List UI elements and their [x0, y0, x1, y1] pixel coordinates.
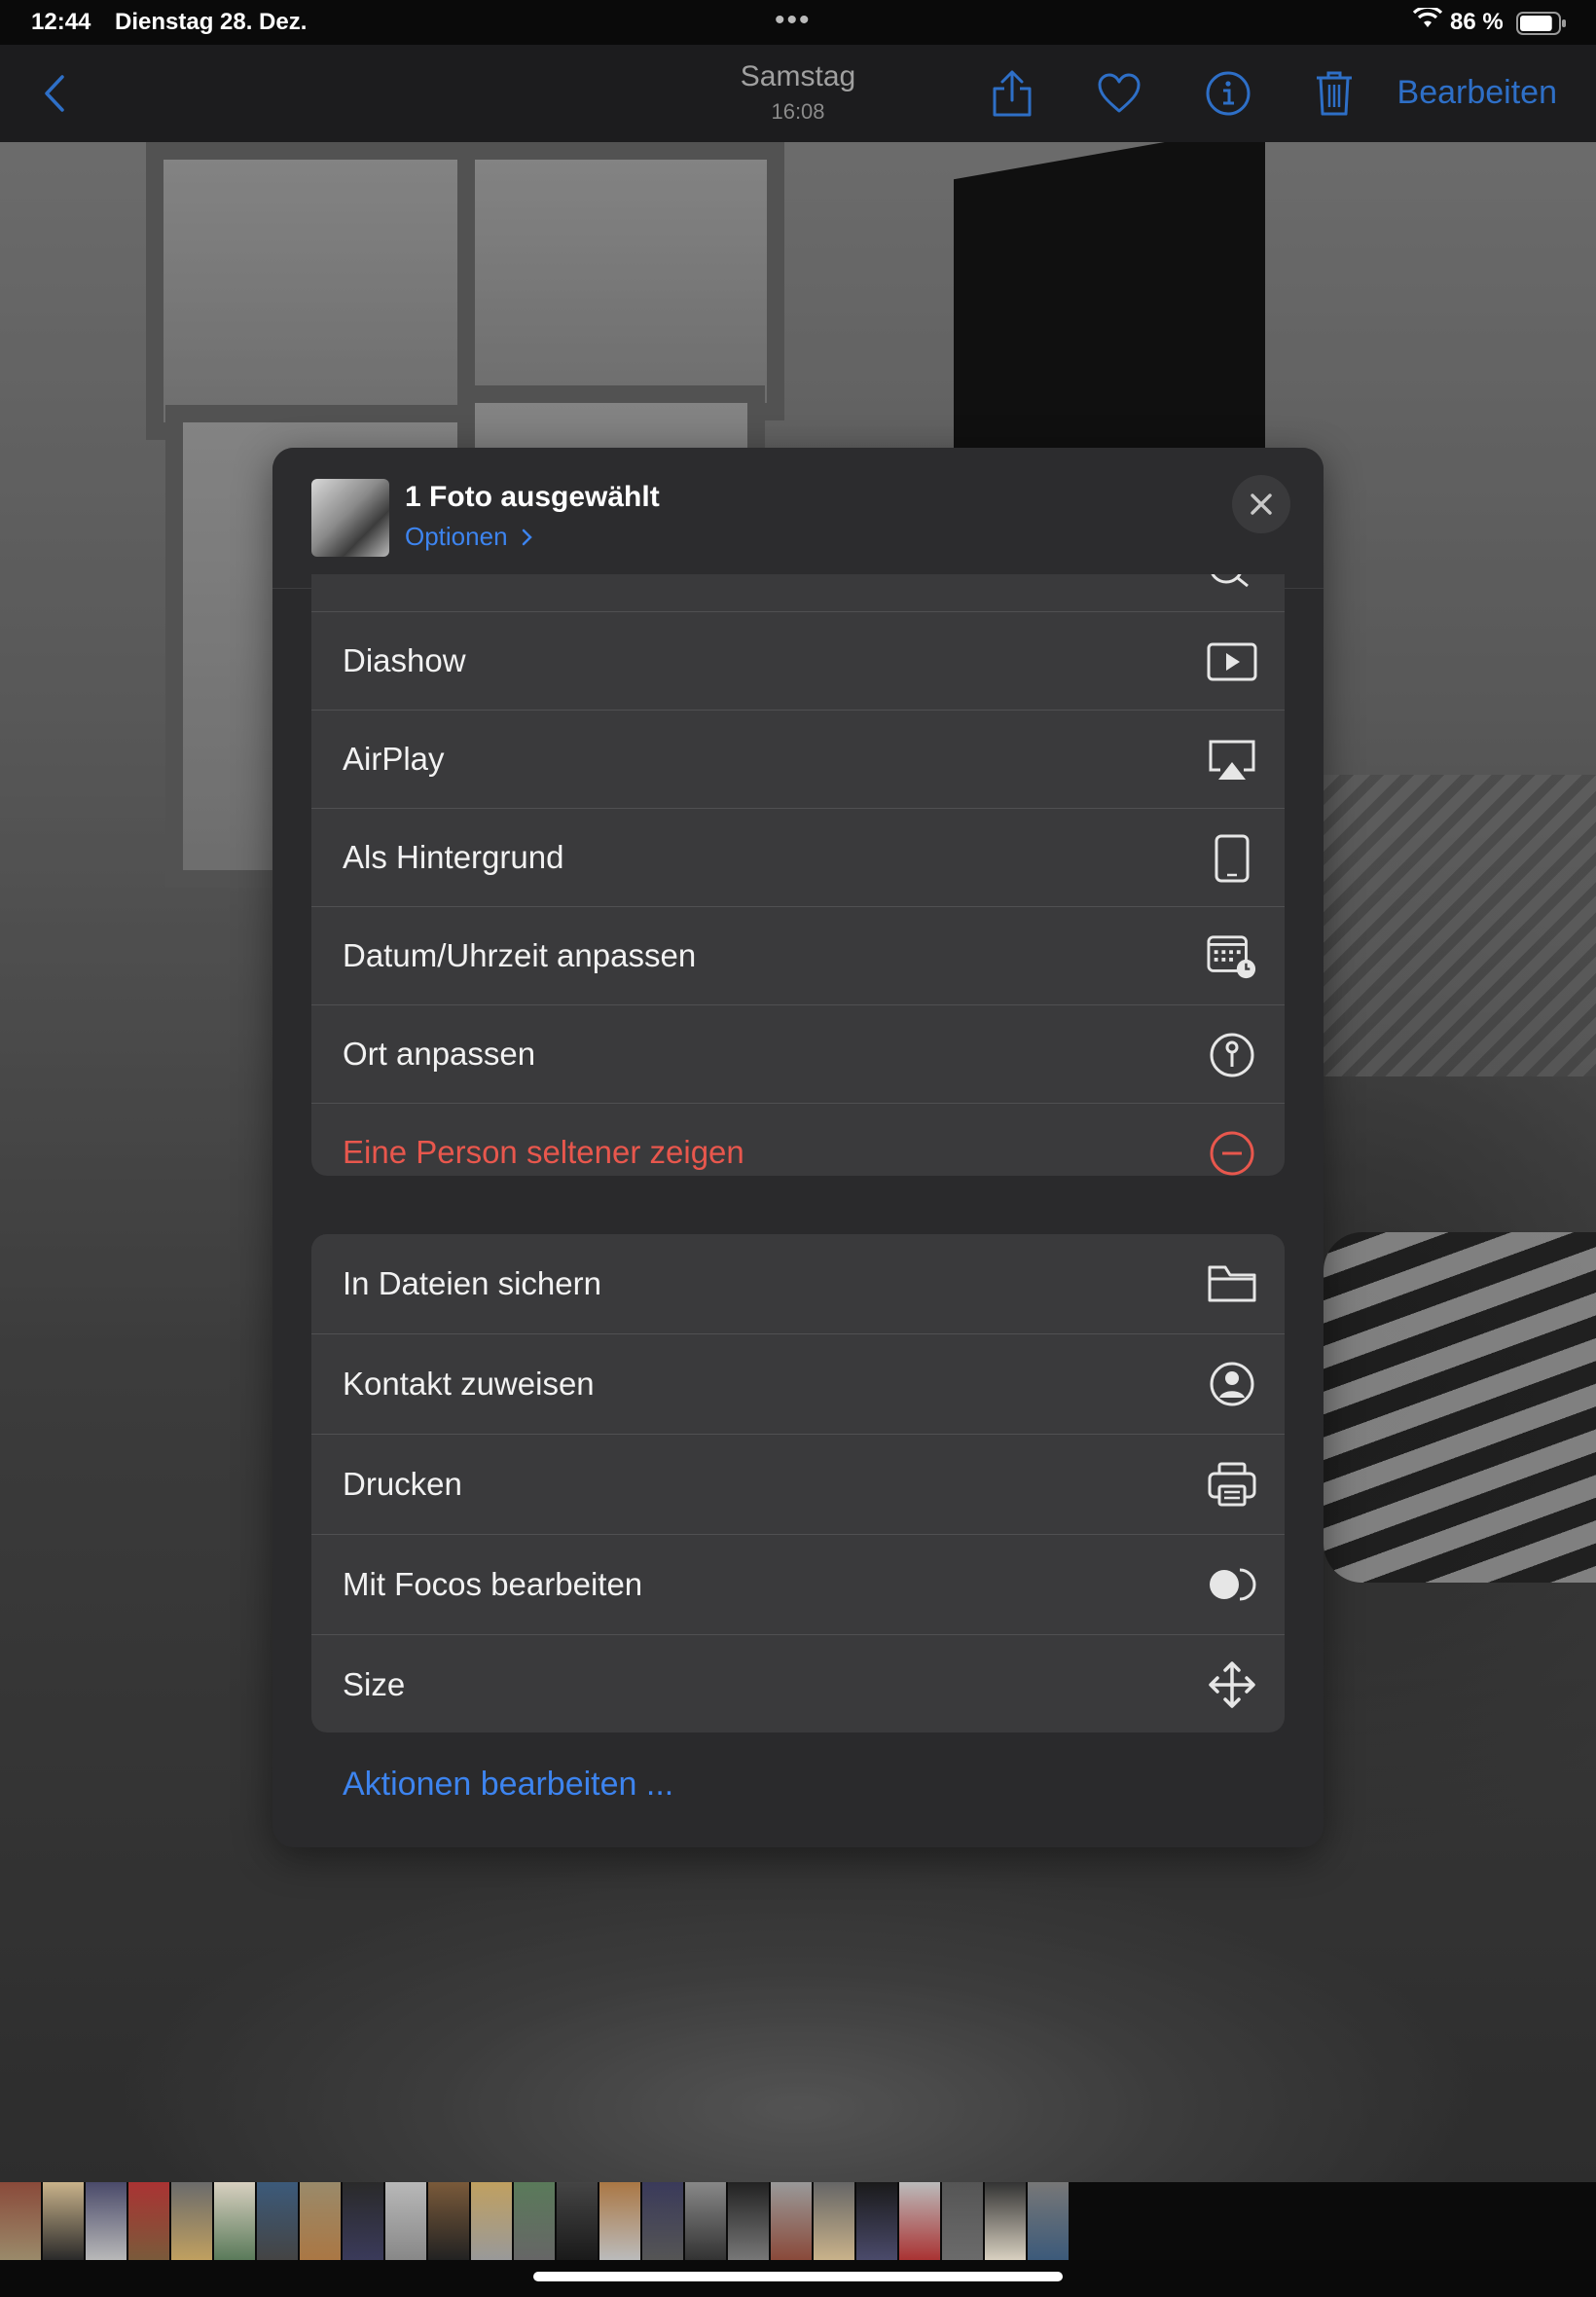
multitasking-dots-icon[interactable]: •••: [775, 4, 812, 37]
thumbnail-item[interactable]: [642, 2182, 683, 2260]
thumbnail-item[interactable]: [685, 2182, 726, 2260]
thumbnail-item[interactable]: [985, 2182, 1026, 2260]
action-row-print[interactable]: Drucken: [311, 1435, 1285, 1535]
thumbnail-item[interactable]: [771, 2182, 812, 2260]
options-label: Optionen: [405, 522, 508, 551]
calendar-clock-icon: [1207, 931, 1257, 982]
move-arrows-icon: [1207, 1659, 1257, 1710]
action-label: Kontakt zuweisen: [343, 1366, 595, 1402]
photo-toolbar: Samstag 16:08 Bearbeiten: [0, 45, 1596, 142]
thumbnail-item[interactable]: [43, 2182, 84, 2260]
share-icon[interactable]: [985, 66, 1039, 121]
action-label: Diashow: [343, 642, 466, 678]
home-indicator[interactable]: [533, 2272, 1063, 2281]
thumbnail-item[interactable]: [300, 2182, 341, 2260]
sheet-title: 1 Foto ausgewählt: [405, 481, 660, 513]
thumbnail-item[interactable]: [343, 2182, 383, 2260]
ipad-icon: [1207, 833, 1257, 884]
thumbnail-item[interactable]: [385, 2182, 426, 2260]
photo-thumbnail-strip[interactable]: [0, 2182, 1596, 2260]
airplay-icon: [1207, 735, 1257, 785]
status-bar: 12:44 Dienstag 28. Dez. ••• 86 %: [0, 0, 1596, 45]
thumbnail-item[interactable]: [171, 2182, 212, 2260]
thumbnail-item[interactable]: [514, 2182, 555, 2260]
action-row-adjust-date[interactable]: Datum/Uhrzeit anpassen: [311, 907, 1285, 1005]
action-label: Datum/Uhrzeit anpassen: [343, 937, 697, 973]
action-row-wallpaper[interactable]: Als Hintergrund: [311, 809, 1285, 907]
action-label: Drucken: [343, 1466, 462, 1502]
action-row-focos[interactable]: Mit Focos bearbeiten: [311, 1535, 1285, 1635]
thumbnail-item[interactable]: [128, 2182, 169, 2260]
action-label: AirPlay: [343, 741, 445, 777]
action-label: Ort anpassen: [343, 1036, 536, 1072]
status-date: Dienstag 28. Dez.: [115, 9, 308, 35]
edit-button[interactable]: Bearbeiten: [1397, 74, 1557, 112]
thumbnail-item[interactable]: [1028, 2182, 1069, 2260]
heart-icon[interactable]: [1092, 66, 1146, 121]
actions-group-2: In Dateien sichern Kontakt zuweisen Druc…: [311, 1234, 1285, 1732]
folder-icon: [1207, 1258, 1257, 1309]
location-pin-circle-icon: [1207, 1030, 1257, 1080]
edit-actions-link[interactable]: Aktionen bearbeiten ...: [343, 1766, 673, 1804]
action-row-size[interactable]: Size: [311, 1635, 1285, 1732]
trash-icon[interactable]: [1307, 66, 1361, 121]
thumbnail-item[interactable]: [428, 2182, 469, 2260]
thumbnail-item[interactable]: [814, 2182, 854, 2260]
selected-photo-thumbnail: [311, 479, 389, 557]
action-row-slideshow[interactable]: Diashow: [311, 612, 1285, 711]
share-sheet: 1 Foto ausgewählt Optionen Diashow AirPl…: [272, 448, 1324, 1847]
play-rectangle-icon: [1207, 637, 1257, 687]
partially-hidden-row: [311, 574, 1285, 612]
thumbnail-item[interactable]: [942, 2182, 983, 2260]
thumbnail-item[interactable]: [257, 2182, 298, 2260]
half-circle-icon: [1207, 1559, 1257, 1610]
thumbnail-item[interactable]: [728, 2182, 769, 2260]
action-label: Eine Person seltener zeigen: [343, 1134, 744, 1170]
info-icon[interactable]: [1201, 66, 1255, 121]
chevron-right-icon: [522, 529, 532, 546]
photo-date-title: Samstag: [740, 60, 856, 92]
status-time: 12:44: [31, 9, 91, 35]
action-row-assign-contact[interactable]: Kontakt zuweisen: [311, 1334, 1285, 1435]
thumbnail-item[interactable]: [0, 2182, 41, 2260]
close-icon: [1251, 493, 1272, 515]
thumbnail-item[interactable]: [214, 2182, 255, 2260]
search-icon: [1205, 574, 1253, 601]
thumbnail-item[interactable]: [899, 2182, 940, 2260]
close-button[interactable]: [1232, 475, 1290, 533]
minus-circle-icon: [1207, 1128, 1257, 1176]
sheet-header: 1 Foto ausgewählt Optionen: [272, 448, 1324, 589]
thumbnail-item[interactable]: [599, 2182, 640, 2260]
printer-icon: [1207, 1459, 1257, 1510]
action-row-feature-less[interactable]: Eine Person seltener zeigen: [311, 1104, 1285, 1176]
action-label: Als Hintergrund: [343, 839, 564, 875]
battery-icon: [1516, 12, 1567, 42]
action-row-airplay[interactable]: AirPlay: [311, 711, 1285, 809]
back-chevron-icon[interactable]: [43, 74, 66, 118]
thumbnail-item[interactable]: [86, 2182, 127, 2260]
options-link[interactable]: Optionen: [405, 522, 534, 552]
thumbnail-item[interactable]: [856, 2182, 897, 2260]
photo-time-subtitle: 16:08: [771, 99, 825, 124]
action-label: Size: [343, 1666, 406, 1702]
thumbnail-item[interactable]: [471, 2182, 512, 2260]
action-row-save-to-files[interactable]: In Dateien sichern: [311, 1234, 1285, 1334]
person-circle-icon: [1207, 1359, 1257, 1409]
battery-percent: 86 %: [1450, 9, 1504, 35]
action-row-adjust-location[interactable]: Ort anpassen: [311, 1005, 1285, 1104]
wifi-icon: [1412, 5, 1443, 36]
actions-group-1: Diashow AirPlay Als Hintergrund Datum/Uh…: [311, 574, 1285, 1176]
action-label: Mit Focos bearbeiten: [343, 1566, 643, 1602]
action-label: In Dateien sichern: [343, 1265, 601, 1301]
thumbnail-item[interactable]: [557, 2182, 598, 2260]
